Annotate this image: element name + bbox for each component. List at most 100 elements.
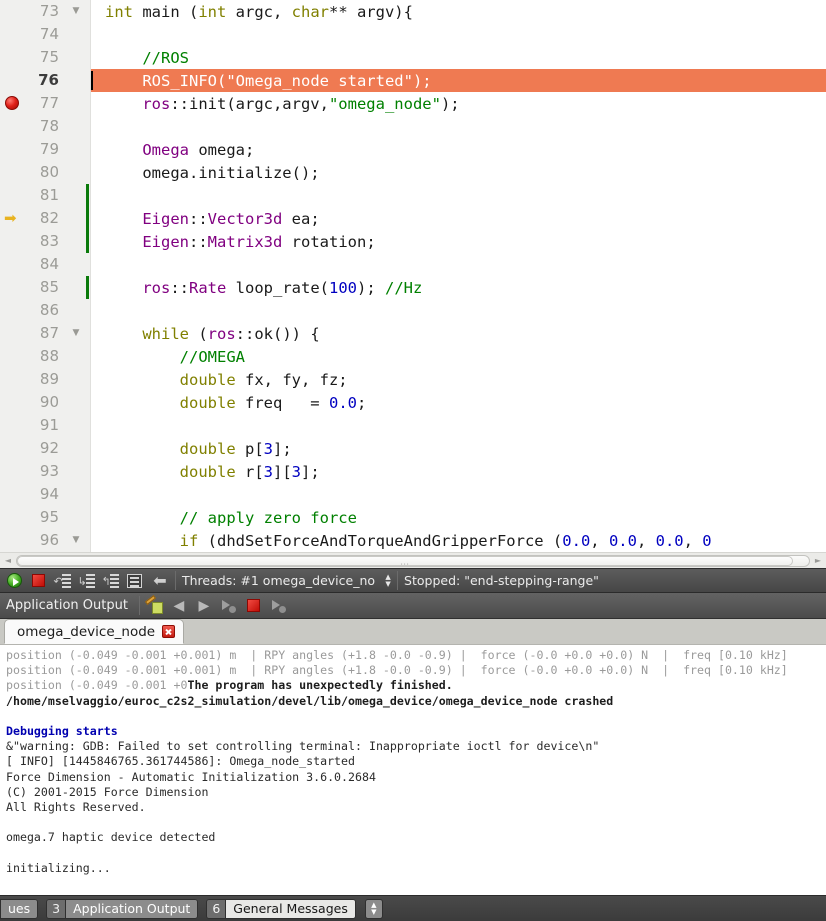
code-line[interactable]: Eigen::Matrix3d rotation; — [91, 230, 826, 253]
line-number: 76 — [38, 71, 59, 89]
code-line-text: int main (int argc, char** argv){ — [105, 3, 413, 21]
line-number: 82 — [39, 209, 59, 227]
code-text-area[interactable]: int main (int argc, char** argv){ //ROS … — [91, 0, 826, 552]
line-number: 75 — [39, 48, 59, 66]
scroll-track[interactable]: ⋯ — [16, 555, 810, 570]
run-icon — [221, 599, 237, 613]
clean-pane-button[interactable] — [143, 594, 165, 616]
statusbar-item-label: General Messages — [225, 898, 356, 919]
fold-row — [64, 69, 86, 92]
rerun-icon — [271, 599, 287, 613]
code-line-text: Omega omega; — [142, 141, 255, 159]
breakpoint-gutter[interactable]: ➡ — [0, 0, 28, 552]
code-line[interactable]: //ROS — [91, 46, 826, 69]
line-number: 80 — [39, 163, 59, 181]
code-line-text: Eigen::Matrix3d rotation; — [142, 233, 376, 251]
stop-icon — [247, 599, 261, 612]
fold-row — [64, 230, 86, 253]
change-marker-gutter — [86, 0, 90, 552]
updown-spinner-icon[interactable]: ▲ ▼ — [364, 898, 383, 919]
stop-debugger-button[interactable] — [27, 570, 49, 591]
rerun-button[interactable] — [268, 595, 290, 616]
code-line[interactable]: omega.initialize(); — [91, 161, 826, 184]
code-line[interactable] — [91, 253, 826, 276]
code-line-text: ros::init(argc,argv,"omega_node"); — [142, 95, 460, 113]
tab-omega-device-node[interactable]: omega_device_node — [4, 619, 185, 644]
code-line-text: double p[3]; — [179, 440, 292, 458]
code-line[interactable]: Eigen::Vector3d ea; — [91, 207, 826, 230]
console-output[interactable]: position (-0.049 -0.001 +0.001) m | RPY … — [0, 645, 826, 895]
statusbar-item[interactable]: 6 General Messages — [206, 898, 356, 919]
code-editor[interactable]: ➡ 73 74 75 76 77 78 79 80 81 82 83 84 85 86 87 88 89 90 91… — [0, 0, 826, 552]
code-line[interactable] — [91, 414, 826, 437]
statusbar-item-label: Application Output — [65, 898, 199, 919]
console-line: omega.7 haptic device detected — [6, 830, 822, 845]
output-tab-strip: omega_device_node — [0, 619, 826, 645]
prev-item-button[interactable]: ◀ — [168, 595, 190, 616]
console-segment: position (-0.049 -0.001 +0.001) m | RPY … — [6, 648, 788, 662]
code-line[interactable]: ros::Rate loop_rate(100); //Hz — [91, 276, 826, 299]
console-segment: omega.7 haptic device detected — [6, 830, 216, 845]
toolbar-divider — [175, 571, 176, 590]
code-line-text: //OMEGA — [179, 348, 245, 366]
breakpoint-icon[interactable] — [5, 96, 19, 110]
code-line-text: double r[3][3]; — [179, 463, 320, 481]
step-over-button[interactable]: ↶ — [51, 570, 73, 591]
step-back-button[interactable]: ⬅ — [147, 570, 173, 591]
console-segment: [ INFO] [1445846765.361744586]: Omega_no… — [6, 754, 356, 769]
statusbar-item[interactable]: 3 Application Output — [46, 898, 199, 919]
close-icon[interactable] — [162, 625, 176, 638]
fold-triangle-icon[interactable]: ▼ — [71, 529, 81, 552]
run-button[interactable] — [218, 595, 240, 616]
code-line[interactable]: double fx, fy, fz; — [91, 368, 826, 391]
qt-creator-window: ➡ 73 74 75 76 77 78 79 80 81 82 83 84 85 86 87 88 89 90 91… — [0, 0, 826, 921]
console-segment: Debugging starts — [6, 724, 118, 738]
threads-selector-label[interactable]: Threads: #1 omega_device_no — [178, 573, 379, 588]
code-line[interactable]: int main (int argc, char** argv){ — [91, 0, 826, 23]
code-line[interactable] — [91, 483, 826, 506]
line-number: 83 — [39, 232, 59, 250]
scroll-right-arrow[interactable]: ► — [811, 555, 825, 567]
editor-horizontal-scrollbar[interactable]: ◄ ⋯ ► — [0, 552, 826, 570]
statusbar-item[interactable]: ues — [0, 898, 39, 919]
code-line[interactable]: //OMEGA — [91, 345, 826, 368]
scroll-thumb[interactable]: ⋯ — [17, 556, 794, 570]
fold-triangle-icon[interactable]: ▼ — [71, 0, 81, 23]
threads-dropdown-arrows[interactable]: ▲ ▼ — [381, 570, 395, 591]
step-into-button[interactable]: ↳ — [75, 570, 97, 591]
console-line: Force Dimension - Automatic Initializati… — [6, 770, 822, 785]
code-line[interactable]: if (dhdSetForceAndTorqueAndGripperForce … — [91, 529, 826, 552]
text-caret — [91, 71, 93, 90]
code-line[interactable]: Omega omega; — [91, 138, 826, 161]
code-line[interactable]: double p[3]; — [91, 437, 826, 460]
line-number: 91 — [39, 416, 59, 434]
step-out-button[interactable]: ↰ — [99, 570, 121, 591]
code-line-text: double fx, fy, fz; — [179, 371, 348, 389]
fold-row — [64, 138, 86, 161]
stop-application-button[interactable] — [243, 595, 265, 616]
code-line[interactable] — [91, 115, 826, 138]
code-line[interactable]: ros::init(argc,argv,"omega_node"); — [91, 92, 826, 115]
code-line[interactable] — [91, 299, 826, 322]
code-line[interactable] — [91, 23, 826, 46]
console-segment: Force Dimension - Automatic Initializati… — [6, 769, 376, 784]
next-item-button[interactable]: ▶ — [193, 595, 215, 616]
code-line[interactable]: ROS_INFO("Omega_node started"); — [91, 69, 826, 92]
fold-row — [64, 460, 86, 483]
code-folding-gutter[interactable]: ▼ ▼ ▼ — [64, 0, 86, 552]
code-line[interactable] — [91, 184, 826, 207]
code-line[interactable]: while (ros::ok()) { — [91, 322, 826, 345]
code-line[interactable]: // apply zero force — [91, 506, 826, 529]
instruction-view-button[interactable] — [123, 570, 145, 591]
continue-button[interactable] — [3, 570, 25, 591]
change-marker — [86, 184, 89, 253]
scroll-grip: ⋯ — [400, 560, 411, 570]
scroll-left-arrow[interactable]: ◄ — [1, 555, 15, 567]
code-line[interactable]: double r[3][3]; — [91, 460, 826, 483]
code-line[interactable]: double freq = 0.0; — [91, 391, 826, 414]
toolbar-divider-2 — [397, 571, 399, 590]
console-segment: initializing... — [6, 860, 111, 875]
fold-triangle-icon[interactable]: ▼ — [71, 322, 81, 345]
